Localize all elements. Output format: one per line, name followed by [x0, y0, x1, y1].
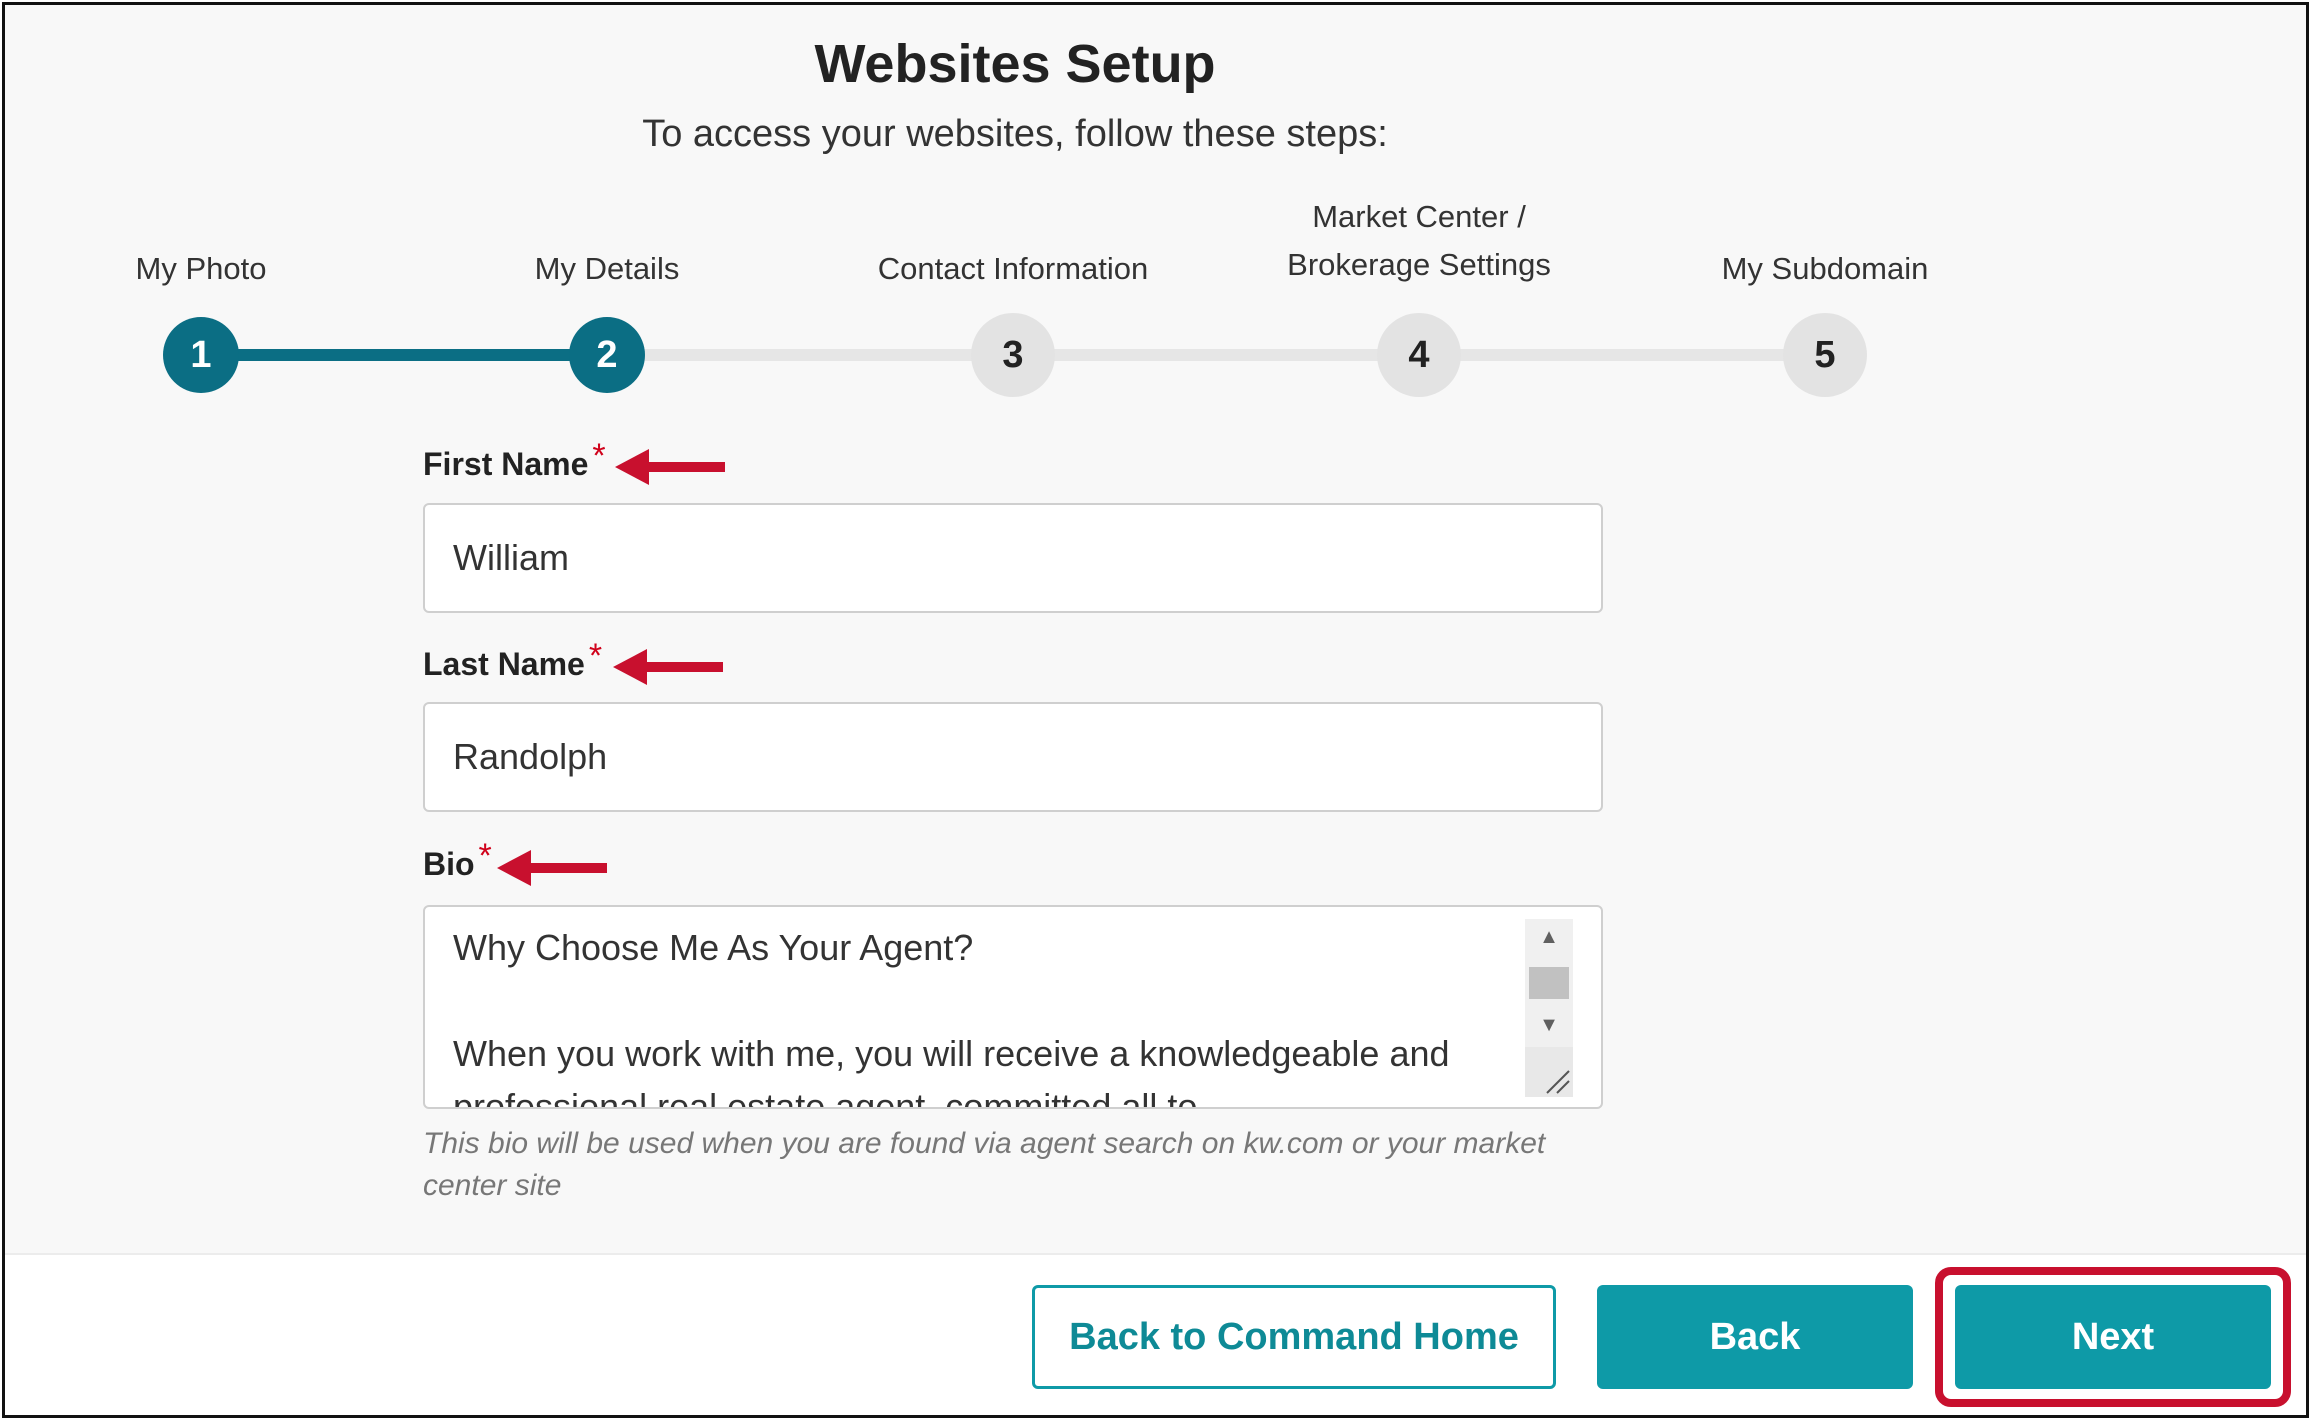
first-name-input[interactable] — [423, 503, 1603, 613]
bio-label-text: Bio — [423, 846, 475, 882]
left-arrow-icon — [615, 449, 725, 485]
step-5-circle[interactable]: 5 — [1783, 313, 1867, 397]
left-arrow-icon — [497, 850, 607, 886]
next-button[interactable]: Next — [1955, 1285, 2271, 1389]
step-4-label-line2: Brokerage Settings — [1287, 247, 1551, 282]
step-track-complete — [201, 349, 607, 361]
step-label-market-center: Market Center / Brokerage Settings — [1239, 193, 1599, 289]
left-arrow-icon — [613, 649, 723, 685]
step-track-pending — [607, 349, 1831, 361]
page-subtitle: To access your websites, follow these st… — [642, 113, 1388, 155]
first-name-label-text: First Name — [423, 446, 589, 482]
back-to-command-home-button[interactable]: Back to Command Home — [1032, 1285, 1556, 1389]
back-button[interactable]: Back — [1597, 1285, 1913, 1389]
bio-label: Bio * — [423, 837, 492, 884]
scroll-thumb[interactable] — [1529, 967, 1569, 999]
bio-scrollbar[interactable]: ▲ ▼ — [1525, 919, 1573, 1097]
step-4-label-line1: Market Center / — [1312, 199, 1526, 234]
step-label-my-photo: My Photo — [21, 245, 381, 293]
step-2-label-line2: My Details — [534, 251, 680, 286]
step-2-circle[interactable]: 2 — [569, 317, 645, 393]
last-name-label: Last Name * — [423, 637, 602, 684]
step-3-label-line2: Contact Information — [877, 251, 1149, 286]
resize-grip-icon[interactable] — [1525, 1047, 1573, 1097]
required-asterisk: * — [592, 437, 606, 475]
step-1-label-line2: My Photo — [135, 251, 267, 286]
websites-setup-window: Websites Setup To access your websites, … — [2, 2, 2309, 1418]
step-3-circle[interactable]: 3 — [971, 313, 1055, 397]
required-asterisk: * — [588, 637, 603, 675]
first-name-label: First Name * — [423, 437, 606, 484]
bio-textarea-text: Why Choose Me As Your Agent? When you wo… — [453, 927, 1450, 1109]
step-1-circle[interactable]: 1 — [163, 317, 239, 393]
last-name-input[interactable] — [423, 702, 1603, 812]
bio-helper-text: This bio will be used when you are found… — [423, 1127, 1546, 1202]
scroll-down-icon[interactable]: ▼ — [1525, 1007, 1573, 1043]
footer-bar: Back to Command Home Back Next — [5, 1253, 2306, 1415]
bio-textarea[interactable]: Why Choose Me As Your Agent? When you wo… — [423, 905, 1603, 1109]
scroll-up-icon[interactable]: ▲ — [1525, 919, 1573, 955]
last-name-label-text: Last Name — [423, 646, 585, 682]
step-label-my-subdomain: My Subdomain — [1645, 245, 2005, 293]
page-title: Websites Setup — [814, 34, 1216, 94]
step-5-label-line2: My Subdomain — [1721, 251, 1929, 286]
step-label-my-details: My Details — [427, 245, 787, 293]
required-asterisk: * — [478, 837, 492, 875]
step-label-contact-information: Contact Information — [833, 245, 1193, 293]
step-4-circle[interactable]: 4 — [1377, 313, 1461, 397]
